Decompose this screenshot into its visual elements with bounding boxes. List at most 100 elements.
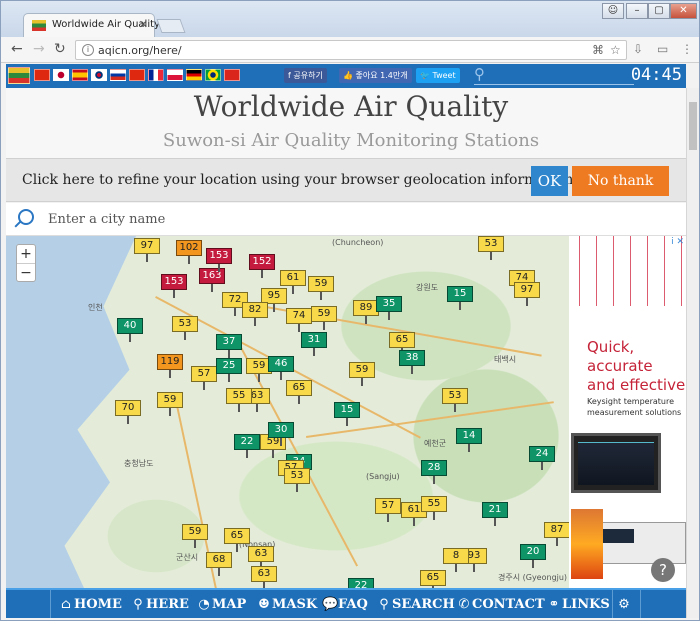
info-icon[interactable]: i (82, 44, 94, 56)
no-thank-you-button[interactable]: No thank you. (572, 166, 669, 219)
aqi-station-marker[interactable]: 97 (514, 282, 540, 306)
aqi-station-marker[interactable]: 59 (157, 392, 183, 416)
aqi-station-marker[interactable]: 65 (224, 528, 250, 552)
aqi-station-marker[interactable]: 40 (117, 318, 143, 342)
aqi-station-marker[interactable]: 102 (176, 240, 202, 264)
aqi-station-marker[interactable]: 65 (420, 570, 446, 588)
aqi-station-marker[interactable]: 57 (191, 366, 217, 390)
aqi-station-marker[interactable]: 46 (268, 356, 294, 380)
bookmark-star-icon[interactable]: ☆ (610, 43, 621, 57)
ok-button[interactable]: OK (531, 166, 568, 196)
aqi-station-marker[interactable]: 97 (134, 238, 160, 262)
reload-icon[interactable]: ↻ (54, 41, 66, 57)
cast-icon[interactable]: ▭ (657, 42, 668, 56)
download-icon[interactable]: ⇩ (633, 42, 643, 56)
aqi-station-marker[interactable]: 153 (161, 274, 187, 298)
nav-contact[interactable]: ✆ CONTACT (456, 595, 545, 615)
aqi-station-marker[interactable]: 55 (226, 388, 252, 412)
translate-icon[interactable]: ⌘ (592, 43, 604, 57)
nav-here[interactable]: ⚲ HERE (130, 595, 189, 615)
aqi-station-marker[interactable]: 28 (421, 460, 447, 484)
aqi-station-marker[interactable]: 59 (311, 306, 337, 330)
site-search-input[interactable]: ⚲ (474, 65, 634, 85)
hongkong-flag-icon[interactable] (129, 69, 145, 81)
aqi-station-marker[interactable]: 70 (115, 400, 141, 424)
aqi-station-marker[interactable]: 53 (172, 316, 198, 340)
aqi-station-marker[interactable]: 59 (182, 524, 208, 548)
url-text[interactable]: aqicn.org/here/ (98, 44, 182, 57)
korea-flag-icon[interactable] (91, 69, 107, 81)
nav-mask[interactable]: ☻ MASK (256, 595, 317, 615)
aqi-station-marker[interactable]: 53 (478, 236, 504, 260)
aqi-station-marker[interactable]: 35 (376, 296, 402, 320)
zoom-in-button[interactable]: + (17, 245, 35, 263)
air-quality-map[interactable]: + − 인천 강원도 충청남도 태백시 예천군 (Sangju) (Nonsan) 군산시 경주… (6, 236, 569, 588)
minimize-button[interactable]: – (626, 3, 648, 19)
tweet-button[interactable]: 🐦 Tweet (416, 68, 460, 83)
aqi-station-marker[interactable]: 61 (280, 270, 306, 294)
aqi-station-marker[interactable]: 59 (308, 276, 334, 300)
aqi-station-marker[interactable]: 63 (251, 566, 277, 588)
aqi-station-marker[interactable]: 22 (234, 434, 260, 458)
city-search-input[interactable] (48, 209, 668, 229)
aqi-station-marker[interactable]: 22 (348, 578, 374, 588)
aqi-station-marker[interactable]: 15 (334, 402, 360, 426)
maximize-button[interactable]: ▢ (648, 3, 670, 19)
aqi-station-marker[interactable]: 163 (199, 268, 225, 292)
close-tab-icon[interactable]: ✕ (139, 18, 148, 31)
germany-flag-icon[interactable] (186, 69, 202, 81)
nav-home[interactable]: ⌂ HOME (58, 595, 122, 615)
nav-settings[interactable]: ⚙ (616, 595, 632, 615)
menu-icon[interactable]: ⋮ (681, 42, 693, 56)
ad-close-icon[interactable]: i ✕ (671, 237, 684, 247)
aqi-station-marker[interactable]: 119 (157, 354, 183, 378)
facebook-like-button[interactable]: 👍 좋아요 1.4만개 (339, 68, 412, 83)
aqi-station-marker[interactable]: 152 (249, 254, 275, 278)
aqi-station-marker[interactable]: 31 (301, 332, 327, 356)
brazil-flag-icon[interactable] (205, 69, 221, 81)
nav-links[interactable]: ⚭ LINKS (546, 595, 610, 615)
back-icon[interactable]: ← (11, 41, 23, 57)
browser-tab[interactable]: Worldwide Air Quality ✕ (23, 13, 160, 37)
zoom-out-button[interactable]: − (17, 263, 35, 281)
aqi-station-marker[interactable]: 87 (544, 522, 569, 546)
advertisement[interactable]: i ✕ Quick, accurate and effective Keysig… (569, 236, 686, 588)
poland-flag-icon[interactable] (167, 69, 183, 81)
new-tab-button[interactable] (156, 19, 186, 33)
forward-icon[interactable]: → (33, 41, 45, 57)
nav-search[interactable]: ⚲ SEARCH (376, 595, 455, 615)
aqi-station-marker[interactable]: 15 (447, 286, 473, 310)
china-flag-icon[interactable] (34, 69, 50, 81)
aqi-station-marker[interactable]: 30 (268, 422, 294, 446)
france-flag-icon[interactable] (148, 69, 164, 81)
aqi-station-marker[interactable]: 55 (421, 496, 447, 520)
aqi-station-marker[interactable]: 153 (206, 248, 232, 272)
search-icon[interactable]: ⚲ (474, 65, 485, 83)
aqi-station-marker[interactable]: 53 (442, 388, 468, 412)
address-bar[interactable]: i aqicn.org/here/ ⌘ ☆ (75, 40, 627, 60)
close-window-button[interactable]: ✕ (670, 3, 697, 19)
spain-flag-icon[interactable] (72, 69, 88, 81)
geolocation-text[interactable]: Click here to refine your location using… (22, 172, 578, 188)
help-button[interactable]: ? (651, 558, 675, 582)
aqi-station-marker[interactable]: 63 (248, 546, 274, 570)
aqi-station-marker[interactable]: 57 (375, 498, 401, 522)
page-scrollbar[interactable] (686, 88, 699, 618)
aqicn-logo-icon[interactable] (8, 67, 30, 84)
aqi-station-marker[interactable]: 8 (443, 548, 469, 572)
aqi-station-marker[interactable]: 68 (206, 552, 232, 576)
nav-faq[interactable]: 💬FAQ (322, 595, 368, 615)
aqi-station-marker[interactable]: 20 (520, 544, 546, 568)
user-icon[interactable]: ☺ (602, 3, 624, 19)
aqi-station-marker[interactable]: 74 (286, 308, 312, 332)
vietnam-flag-icon[interactable] (224, 69, 240, 81)
russia-flag-icon[interactable] (110, 69, 126, 81)
nav-map[interactable]: ◔ MAP (196, 595, 246, 615)
aqi-station-marker[interactable]: 82 (242, 302, 268, 326)
aqi-station-marker[interactable]: 65 (286, 380, 312, 404)
aqi-station-marker[interactable]: 24 (529, 446, 555, 470)
japan-flag-icon[interactable] (53, 69, 69, 81)
aqi-station-marker[interactable]: 25 (216, 358, 242, 382)
scrollbar-thumb[interactable] (689, 102, 697, 150)
aqi-station-marker[interactable]: 38 (399, 350, 425, 374)
